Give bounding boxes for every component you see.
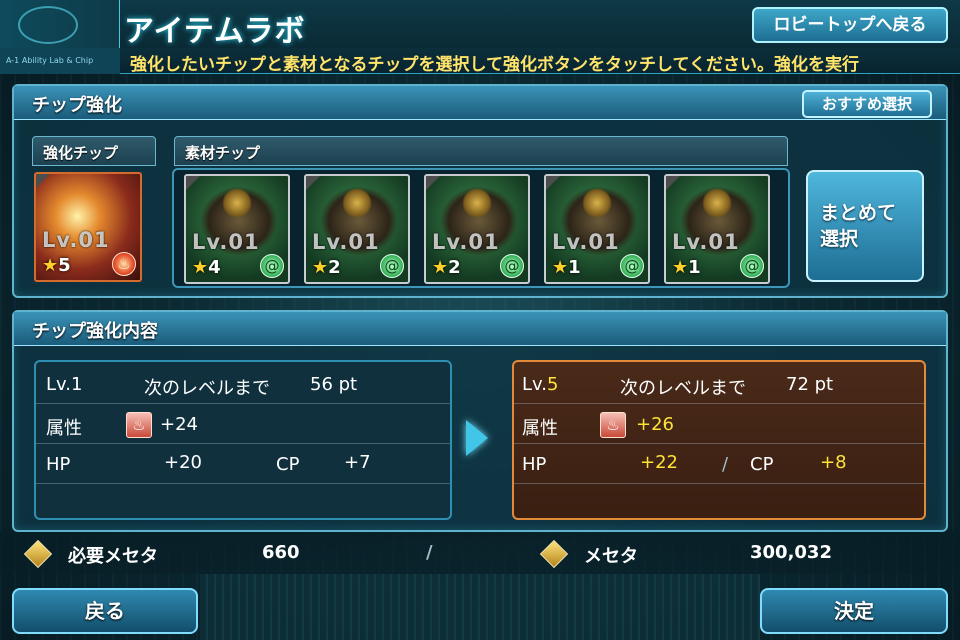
ticker-label: A-1 Ability Lab & Chip	[0, 48, 120, 74]
cp-value: +8	[820, 452, 847, 473]
next-level-points: 56 pt	[310, 374, 358, 395]
attribute-label: 属性	[46, 418, 82, 439]
next-level-label: 次のレベルまで	[620, 378, 746, 399]
header-emblem	[0, 0, 120, 50]
star-icon: ★	[672, 257, 689, 278]
level-row: Lv.1 次のレベルまで 56 pt	[36, 366, 450, 404]
ring-icon	[18, 6, 78, 44]
attribute-row: 属性 ♨ +24	[36, 406, 450, 444]
base-chip[interactable]: Lv.01 ★5 ♨	[34, 172, 142, 282]
material-chip-label: 素材チップ	[174, 136, 788, 166]
ticker-bar: A-1 Ability Lab & Chip 強化したいチップと素材となるチップ…	[0, 48, 960, 75]
star-icon: ★	[312, 257, 329, 278]
next-level-points: 72 pt	[786, 374, 834, 395]
cost-separator: /	[426, 542, 433, 563]
wind-element-icon: @	[500, 254, 524, 278]
chip-rarity: ★5	[42, 255, 71, 276]
page-title: アイテムラボ	[124, 14, 306, 49]
instruction-ticker: 強化したいチップと素材となるチップを選択して強化ボタンをタッチしてください。強化…	[130, 55, 859, 75]
cp-label: CP	[750, 454, 774, 475]
attribute-value: +24	[160, 414, 198, 435]
material-chip-3[interactable]: Lv.01 ★2 @	[424, 174, 530, 284]
attribute-row: 属性 ♨ +26	[514, 406, 924, 444]
after-stats-box: Lv.5 次のレベルまで 72 pt 属性 ♨ +26 HP +22 / CP …	[512, 360, 926, 520]
hp-value: +20	[164, 452, 202, 473]
next-level-label: 次のレベルまで	[144, 378, 270, 399]
chip-rarity: ★1	[552, 257, 581, 278]
star-icon: ★	[192, 257, 209, 278]
back-to-lobby-button[interactable]: ロビートップへ戻る	[752, 7, 948, 43]
wind-element-icon: @	[620, 254, 644, 278]
bulk-select-button[interactable]: まとめて 選択	[806, 170, 924, 282]
wind-element-icon: @	[260, 254, 284, 278]
meseta-balance: 300,032	[750, 542, 832, 563]
cp-value: +7	[344, 452, 371, 473]
chip-enhance-header: チップ強化 おすすめ選択	[14, 86, 946, 120]
material-chip-2[interactable]: Lv.01 ★2 @	[304, 174, 410, 284]
floor-decoration	[200, 574, 760, 640]
chip-rarity: ★4	[192, 257, 221, 278]
chip-level: Lv.01	[672, 230, 740, 254]
required-meseta-value: 660	[262, 542, 300, 563]
wind-element-icon: @	[380, 254, 404, 278]
chip-corner	[426, 176, 440, 190]
chip-level: Lv.01	[42, 228, 110, 252]
wind-element-icon: @	[740, 254, 764, 278]
hp-cp-row: HP +22 / CP +8	[514, 446, 924, 484]
chip-corner	[36, 174, 50, 188]
chip-rarity: ★2	[312, 257, 341, 278]
fire-element-icon: ♨	[112, 252, 136, 276]
required-meseta-label: 必要メセタ	[68, 546, 158, 567]
base-chip-label: 強化チップ	[32, 136, 156, 166]
chip-corner	[546, 176, 560, 190]
confirm-button[interactable]: 決定	[760, 588, 948, 634]
material-chip-5[interactable]: Lv.01 ★1 @	[664, 174, 770, 284]
chip-corner	[306, 176, 320, 190]
fire-attribute-icon: ♨	[600, 412, 626, 438]
hp-cp-row: HP +20 CP +7	[36, 446, 450, 484]
chip-enhance-title: チップ強化	[32, 95, 122, 116]
chip-corner	[666, 176, 680, 190]
recommend-select-button[interactable]: おすすめ選択	[802, 90, 932, 118]
enhance-details-header: チップ強化内容	[14, 312, 946, 346]
arrow-right-icon	[466, 420, 488, 456]
back-button[interactable]: 戻る	[12, 588, 198, 634]
material-chip-1[interactable]: Lv.01 ★4 @	[184, 174, 290, 284]
chip-level: Lv.01	[552, 230, 620, 254]
header-bar: アイテムラボ ロビートップへ戻る	[0, 0, 960, 50]
attribute-value: +26	[636, 414, 674, 435]
hp-label: HP	[522, 454, 547, 475]
star-icon: ★	[432, 257, 449, 278]
hp-value: +22	[640, 452, 678, 473]
hp-label: HP	[46, 454, 71, 475]
bulk-select-label-1: まとめて	[820, 202, 897, 224]
fire-attribute-icon: ♨	[126, 412, 152, 438]
chip-corner	[186, 176, 200, 190]
current-stats-box: Lv.1 次のレベルまで 56 pt 属性 ♨ +24 HP +20 CP +7	[34, 360, 452, 520]
after-level: Lv.5	[522, 374, 559, 395]
chip-level: Lv.01	[192, 230, 260, 254]
meseta-label: メセタ	[584, 546, 638, 567]
cp-label: CP	[276, 454, 300, 475]
material-chip-4[interactable]: Lv.01 ★1 @	[544, 174, 650, 284]
stat-separator: /	[722, 454, 729, 475]
star-icon: ★	[552, 257, 569, 278]
bulk-select-label-2: 選択	[820, 228, 859, 250]
level-row: Lv.5 次のレベルまで 72 pt	[514, 366, 924, 404]
star-icon: ★	[42, 255, 59, 276]
chip-rarity: ★1	[672, 257, 701, 278]
enhance-details-title: チップ強化内容	[32, 321, 158, 342]
current-level: Lv.1	[46, 374, 83, 395]
attribute-label: 属性	[522, 418, 558, 439]
chip-rarity: ★2	[432, 257, 461, 278]
chip-level: Lv.01	[312, 230, 380, 254]
chip-level: Lv.01	[432, 230, 500, 254]
